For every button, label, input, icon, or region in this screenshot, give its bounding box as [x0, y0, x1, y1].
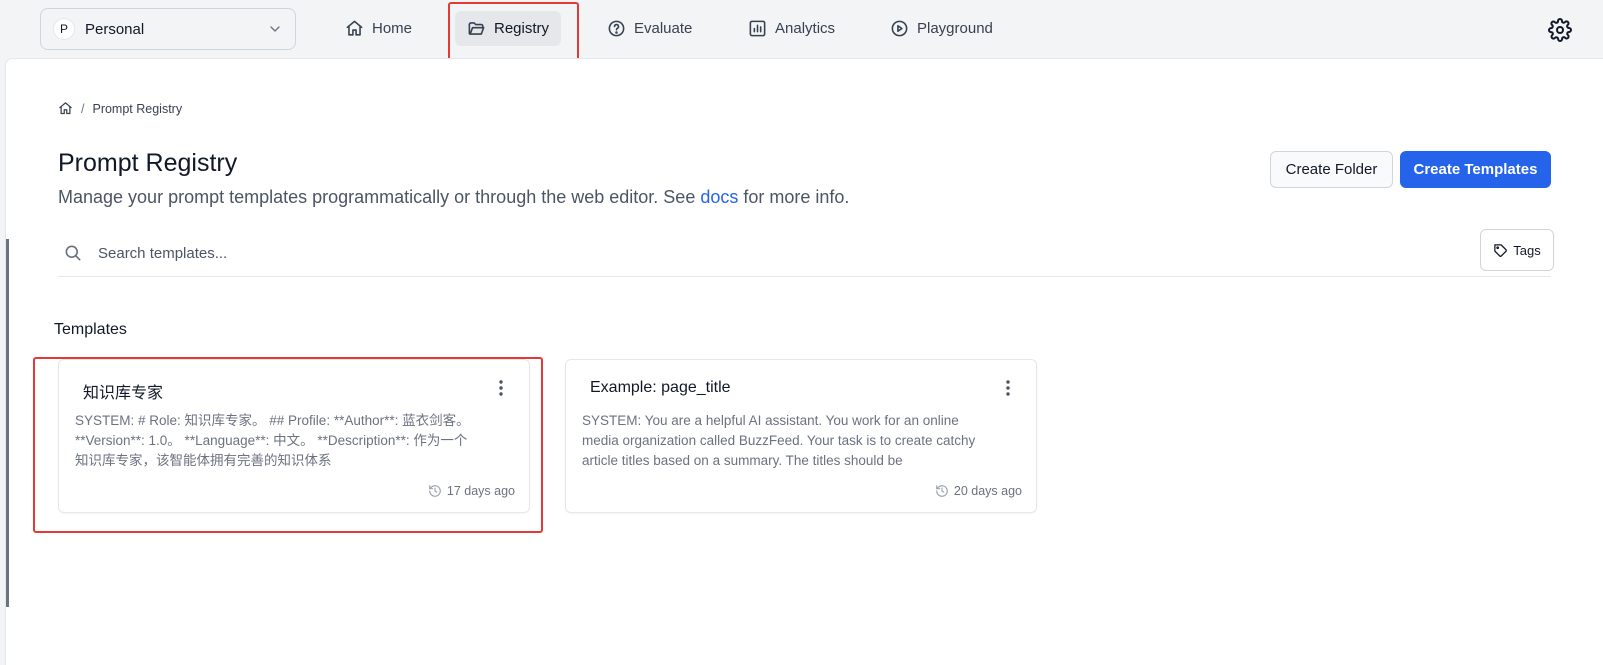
gear-icon[interactable]	[1548, 18, 1572, 42]
template-title: 知识库专家	[83, 385, 164, 402]
nav-analytics-label: Analytics	[775, 20, 836, 37]
more-vertical-icon[interactable]	[1000, 378, 1016, 398]
template-card[interactable]: 知识库专家 SYSTEM: # Role: 知识库专家。 ## Profile:…	[58, 359, 530, 513]
folder-open-icon	[468, 22, 485, 35]
tags-label: Tags	[1513, 242, 1541, 258]
page-title: Prompt Registry	[58, 149, 238, 177]
template-title: Example: page_title	[590, 379, 731, 396]
template-time: 20 days ago	[953, 484, 1022, 498]
subtitle-text-end: for more info.	[738, 187, 850, 207]
create-folder-button[interactable]: Create Folder	[1270, 151, 1393, 188]
workspace-name: Personal	[85, 20, 145, 38]
search-bar: Tags	[58, 229, 1554, 277]
search-input[interactable]	[98, 237, 1398, 269]
template-updated: 20 days ago	[935, 484, 1022, 498]
nav-home[interactable]: Home	[333, 11, 424, 46]
nav-registry-label: Registry	[494, 20, 550, 37]
breadcrumb: / Prompt Registry	[58, 101, 182, 116]
top-bar: P Personal Home Registry Evaluate Analyt…	[0, 0, 1603, 63]
chevron-down-icon	[270, 26, 280, 32]
history-icon	[936, 485, 948, 497]
breadcrumb-separator: /	[81, 101, 85, 116]
home-icon[interactable]	[58, 101, 73, 116]
main-panel: / Prompt Registry Prompt Registry Manage…	[5, 58, 1603, 665]
nav-playground-label: Playground	[917, 20, 993, 37]
home-icon	[346, 20, 363, 36]
nav-analytics[interactable]: Analytics	[736, 11, 847, 46]
templates-section-label: Templates	[54, 321, 127, 338]
nav-playground[interactable]: Playground	[878, 11, 1005, 46]
subtitle-text: Manage your prompt templates programmati…	[58, 187, 701, 207]
workspace-selector[interactable]: P Personal	[40, 8, 296, 50]
more-vertical-icon[interactable]	[493, 378, 509, 398]
question-circle-icon	[608, 20, 625, 37]
play-circle-icon	[891, 20, 908, 37]
nav-evaluate[interactable]: Evaluate	[595, 11, 704, 46]
page-subtitle: Manage your prompt templates programmati…	[58, 187, 849, 208]
nav-registry[interactable]: Registry	[455, 11, 562, 46]
template-description: SYSTEM: You are a helpful AI assistant. …	[582, 413, 976, 468]
nav-evaluate-label: Evaluate	[634, 20, 693, 37]
bar-chart-icon	[749, 20, 766, 37]
scroll-indicator[interactable]	[6, 239, 9, 607]
create-templates-button[interactable]: Create Templates	[1400, 151, 1551, 188]
docs-link[interactable]: docs	[700, 187, 738, 207]
search-icon	[65, 245, 81, 261]
nav-home-label: Home	[372, 20, 413, 37]
tags-button[interactable]: Tags	[1480, 229, 1554, 271]
breadcrumb-current: Prompt Registry	[92, 101, 183, 116]
tag-icon	[1494, 243, 1508, 257]
template-updated: 17 days ago	[428, 484, 515, 498]
history-icon	[429, 485, 441, 497]
template-description: SYSTEM: # Role: 知识库专家。 ## Profile: **Aut…	[75, 413, 470, 468]
template-time: 17 days ago	[446, 484, 515, 498]
workspace-avatar: P	[53, 18, 75, 40]
template-card[interactable]: Example: page_title SYSTEM: You are a he…	[565, 359, 1037, 513]
